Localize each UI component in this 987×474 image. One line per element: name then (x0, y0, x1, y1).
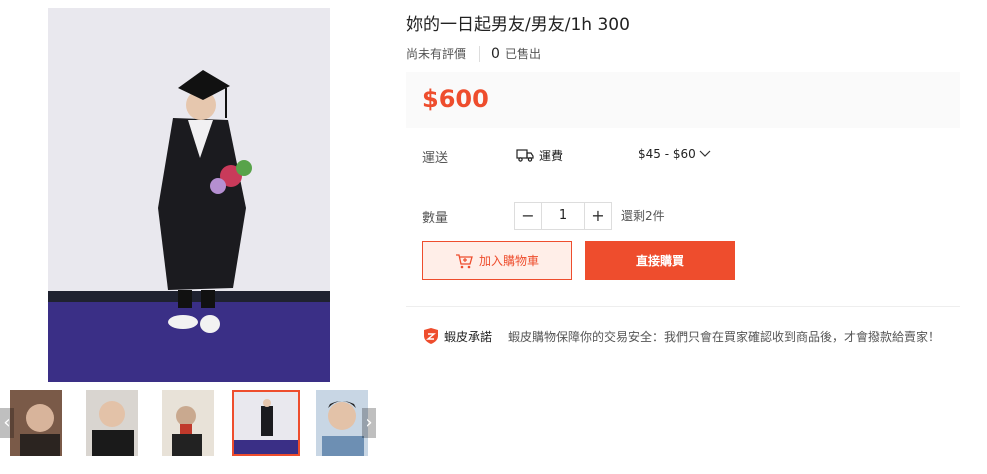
guarantee-title: 蝦皮承諾 (444, 329, 493, 344)
thumbnail-1[interactable] (10, 390, 62, 456)
add-to-cart-button[interactable]: 加入購物車 (422, 241, 572, 280)
sold-label: 已售出 (504, 47, 541, 61)
thumbnail-2[interactable] (86, 390, 138, 456)
guarantee-row: 蝦皮承諾 蝦皮購物保障你的交易安全：我們只會在買家確認收到商品後，才會撥款給賣家… (422, 327, 940, 345)
shipping-fee-label: 運費 (539, 149, 564, 163)
shield-icon (424, 328, 438, 344)
chevron-down-icon (699, 150, 711, 157)
price: $600 (422, 85, 489, 113)
product-title: 妳的一日起男友/男友/1h 300 (406, 15, 630, 35)
price-box: $600 (406, 72, 960, 128)
thumbnail-3[interactable] (162, 390, 214, 456)
guarantee-text: 蝦皮購物保障你的交易安全：我們只會在買家確認收到商品後，才會撥款給賣家！ (508, 329, 941, 344)
thumbnail-prev-arrow[interactable]: ‹ (0, 408, 14, 438)
add-to-cart-label: 加入購物車 (478, 254, 539, 268)
quantity-input[interactable]: 1 (541, 203, 585, 229)
thumbnail-5[interactable] (316, 390, 368, 456)
buy-now-button[interactable]: 直接購買 (585, 241, 735, 280)
cart-icon (455, 253, 473, 268)
quantity-stepper: − 1 + (514, 202, 612, 230)
quantity-label: 數量 (422, 211, 449, 226)
main-product-image[interactable] (48, 8, 330, 382)
rating-text: 尚未有評價 (406, 47, 467, 61)
thumbnail-4-active[interactable] (232, 390, 300, 456)
thumbnail-gallery: ‹ › (0, 390, 380, 460)
sold-count: 0 (491, 45, 500, 62)
shipping-fee-range: $45 - $60 (638, 147, 696, 161)
truck-icon (516, 149, 534, 162)
shipping-fee-dropdown[interactable]: $45 - $60 (638, 147, 711, 161)
product-meta: 尚未有評價 0 已售出 (406, 45, 541, 62)
quantity-increment-button[interactable]: + (585, 203, 611, 229)
quantity-decrement-button[interactable]: − (515, 203, 541, 229)
stock-remaining: 還剩2件 (621, 209, 665, 223)
thumbnail-next-arrow[interactable]: › (362, 408, 376, 438)
meta-divider (479, 45, 481, 62)
shipping-label: 運送 (422, 151, 449, 166)
section-divider (406, 306, 960, 307)
